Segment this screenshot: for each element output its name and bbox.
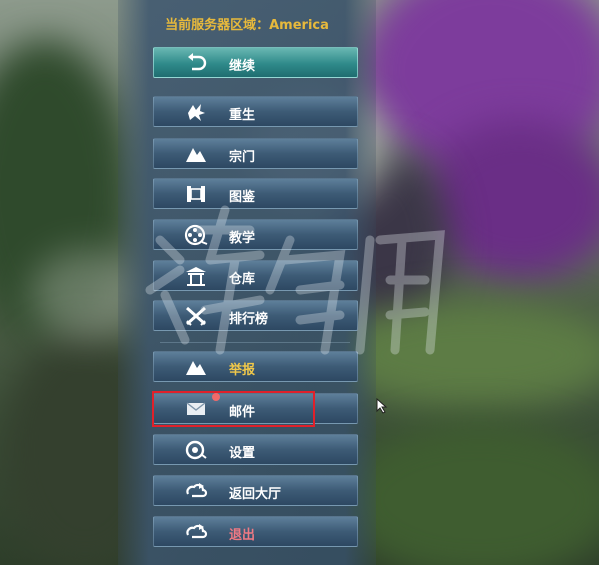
exit-label: 退出 [229, 528, 256, 543]
leaderboard-label: 排行榜 [229, 312, 269, 327]
sect-button[interactable]: 宗门 [153, 138, 358, 169]
scroll-icon [187, 186, 205, 202]
warehouse-button[interactable]: 仓库 [153, 260, 358, 291]
leaderboard-button[interactable]: 排行榜 [153, 300, 358, 331]
report-button[interactable]: 举报 [153, 351, 358, 382]
menu-divider [160, 342, 350, 343]
crossed-swords-icon [186, 306, 206, 326]
tutorial-label: 教学 [229, 231, 256, 246]
highlight-box [152, 391, 315, 427]
report-label: 举报 [229, 363, 256, 378]
mountain-icon [186, 148, 206, 162]
continue-label: 继续 [229, 59, 256, 74]
settings-label: 设置 [229, 446, 256, 461]
return-arrow-icon [188, 53, 207, 71]
settings-swirl-icon [185, 440, 207, 460]
film-reel-icon [184, 224, 208, 246]
continue-button[interactable]: 继续 [153, 47, 358, 78]
sect-label: 宗门 [229, 150, 256, 165]
tutorial-button[interactable]: 教学 [153, 219, 358, 250]
return-lobby-button[interactable]: 返回大厅 [153, 475, 358, 506]
atlas-button[interactable]: 图鉴 [153, 178, 358, 209]
pavilion-icon [186, 267, 206, 286]
warehouse-label: 仓库 [229, 272, 256, 287]
mountain-icon [186, 361, 206, 375]
server-region-label: 当前服务器区域：America [165, 18, 329, 33]
mouse-cursor-icon [376, 398, 388, 414]
cloud-exit-icon [186, 524, 208, 539]
cloud-return-icon [186, 483, 208, 498]
atlas-label: 图鉴 [229, 190, 256, 205]
rebirth-icon [188, 104, 205, 121]
rebirth-label: 重生 [229, 108, 256, 123]
exit-button[interactable]: 退出 [153, 516, 358, 547]
settings-button[interactable]: 设置 [153, 434, 358, 465]
return-lobby-label: 返回大厅 [229, 487, 282, 502]
rebirth-button[interactable]: 重生 [153, 96, 358, 127]
